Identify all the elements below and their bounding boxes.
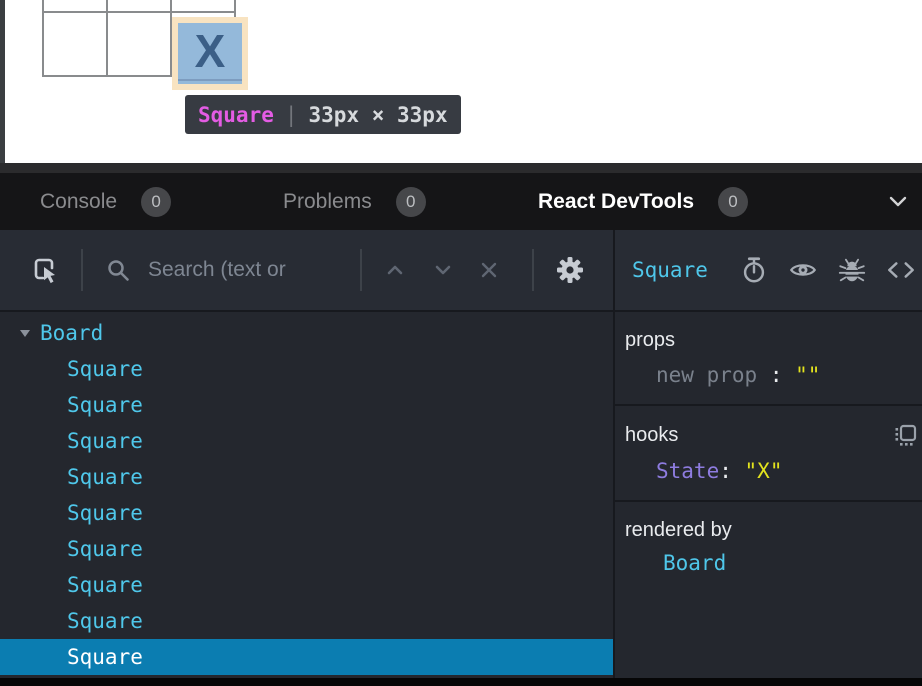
details-header: Square: [615, 230, 922, 312]
board-cell[interactable]: [43, 12, 107, 76]
tab-react-devtools-label: React DevTools: [538, 190, 694, 214]
tree-row-square-selected[interactable]: Square: [0, 639, 613, 675]
tab-console-badge: 0: [141, 187, 171, 217]
tree-row-label: Square: [67, 645, 143, 669]
tooltip-component-name: Square: [198, 103, 274, 127]
square-cell-value: X: [195, 24, 226, 78]
chevron-expanded-icon[interactable]: [18, 326, 32, 340]
toolbar-separator: [81, 249, 83, 291]
devtools-drag-divider[interactable]: [0, 163, 922, 173]
tree-row-square[interactable]: Square: [0, 531, 613, 567]
component-tree: Board Square Square Square Square Square…: [0, 312, 613, 678]
component-details-panel: Square: [613, 230, 922, 678]
tree-row-label: Square: [67, 357, 143, 381]
toolbar-separator: [360, 249, 362, 291]
tree-row-label: Square: [67, 609, 143, 633]
new-prop-key-input[interactable]: new prop: [656, 363, 757, 387]
tree-row-label: Square: [67, 465, 143, 489]
rendered-by-section: rendered by Board: [615, 502, 922, 678]
tree-row-square[interactable]: Square: [0, 567, 613, 603]
window-edge: [0, 0, 5, 163]
tree-row-square[interactable]: Square: [0, 351, 613, 387]
inspect-element-icon[interactable]: [28, 254, 60, 286]
board-cell[interactable]: [107, 12, 171, 76]
search-input[interactable]: [148, 258, 346, 282]
components-toolbar: [0, 230, 613, 312]
devtools-bottom-edge: [0, 678, 922, 686]
props-section: props new prop : "": [615, 312, 922, 406]
tab-console[interactable]: Console 0: [40, 173, 171, 230]
tab-react-devtools[interactable]: React DevTools 0: [538, 173, 748, 230]
chevron-up-icon[interactable]: [380, 255, 410, 285]
eye-icon[interactable]: [788, 255, 818, 285]
tree-row-label: Square: [67, 429, 143, 453]
inspect-highlight-padding: X: [172, 17, 248, 90]
tree-row-label: Board: [40, 321, 103, 345]
rendered-by-owner-link[interactable]: Board: [625, 550, 918, 576]
code-brackets-icon[interactable]: [886, 255, 916, 285]
hooks-section: hooks State: "X": [615, 406, 922, 502]
bug-icon[interactable]: [837, 255, 867, 285]
grid-border-through-highlight: [178, 79, 242, 81]
selected-component-name: Square: [632, 258, 708, 282]
inspect-highlight-content: X: [178, 23, 242, 84]
chevron-down-icon[interactable]: [886, 190, 910, 214]
react-devtools-body: Board Square Square Square Square Square…: [0, 230, 922, 678]
board-cell[interactable]: [43, 0, 107, 12]
tab-problems[interactable]: Problems 0: [283, 173, 426, 230]
tooltip-separator: |: [285, 103, 298, 127]
toolbar-separator: [532, 249, 534, 291]
tree-row-label: Square: [67, 573, 143, 597]
devtools-window: X Square | 33px × 33px Console 0 Problem…: [0, 0, 922, 686]
props-section-title: props: [625, 328, 675, 352]
tab-problems-badge: 0: [396, 187, 426, 217]
tree-row-square[interactable]: Square: [0, 423, 613, 459]
rendered-by-title: rendered by: [625, 518, 732, 542]
browser-page-viewport: X Square | 33px × 33px: [0, 0, 922, 163]
components-tree-panel: Board Square Square Square Square Square…: [0, 230, 613, 678]
tab-problems-label: Problems: [283, 190, 372, 214]
new-prop-row[interactable]: new prop : "": [625, 362, 918, 388]
tree-row-square[interactable]: Square: [0, 603, 613, 639]
hook-state-key: State: [656, 459, 719, 483]
tree-row-label: Square: [67, 393, 143, 417]
tree-row-board[interactable]: Board: [0, 315, 613, 351]
details-header-actions: [739, 255, 916, 285]
settings-gear-icon[interactable]: [554, 254, 586, 286]
clear-search-icon[interactable]: [475, 256, 503, 284]
element-measure-tooltip: Square | 33px × 33px: [185, 95, 461, 134]
chevron-down-icon[interactable]: [428, 255, 458, 285]
tree-row-square[interactable]: Square: [0, 387, 613, 423]
devtools-tabbar: Console 0 Problems 0 React DevTools 0: [0, 173, 922, 230]
hook-state-value[interactable]: "X": [745, 459, 783, 483]
new-prop-value[interactable]: "": [795, 363, 820, 387]
tree-row-square[interactable]: Square: [0, 495, 613, 531]
parse-hook-names-icon[interactable]: [892, 422, 918, 448]
tab-console-label: Console: [40, 190, 117, 214]
search-icon: [104, 256, 132, 284]
tree-row-square[interactable]: Square: [0, 459, 613, 495]
hook-state-row[interactable]: State: "X": [625, 458, 918, 484]
tree-row-label: Square: [67, 501, 143, 525]
tooltip-dimensions: 33px × 33px: [309, 103, 448, 127]
hooks-section-title: hooks: [625, 423, 678, 447]
board-cell[interactable]: [107, 0, 171, 12]
board-cell[interactable]: [171, 0, 235, 12]
tab-react-devtools-badge: 0: [718, 187, 748, 217]
stopwatch-icon[interactable]: [739, 255, 769, 285]
tree-row-label: Square: [67, 537, 143, 561]
